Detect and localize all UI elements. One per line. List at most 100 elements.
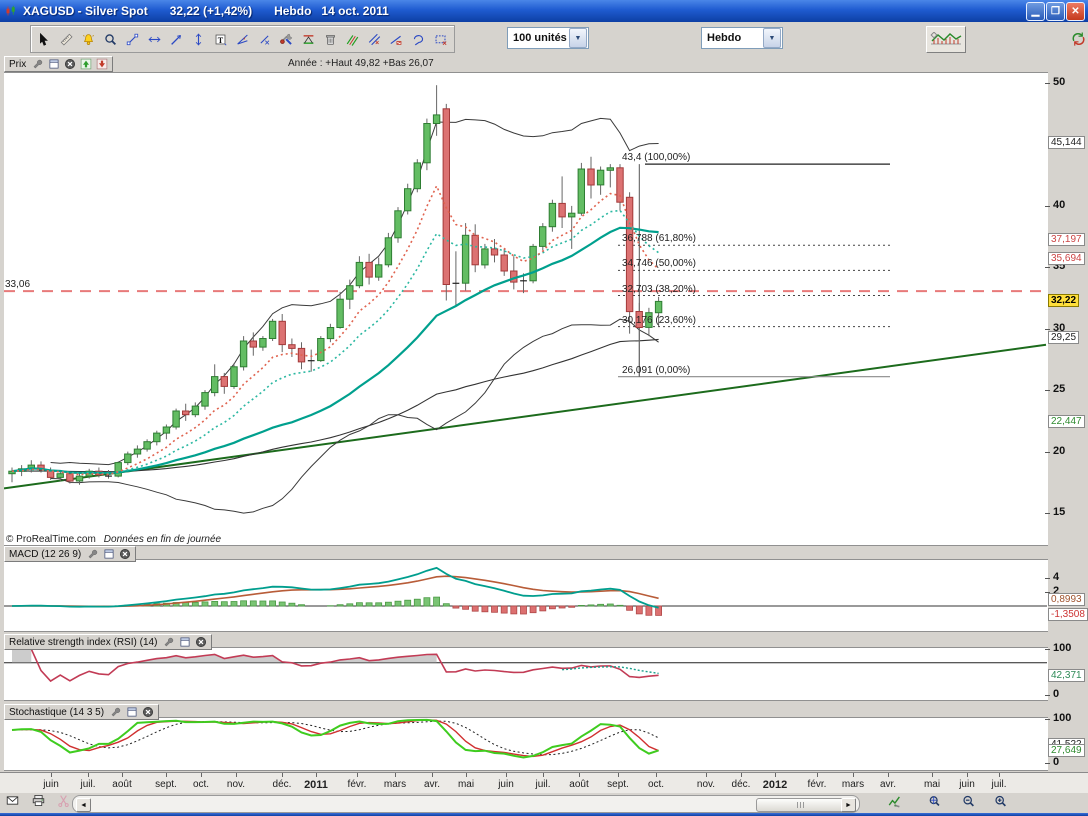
units-value: 100 unités xyxy=(508,32,568,44)
bottom-bar: ◄ ► xyxy=(0,793,1088,813)
macd-panel-header: MACD (12 26 9) xyxy=(4,546,136,562)
horizontal-scrollbar[interactable]: ◄ ► xyxy=(72,795,860,813)
envelope-button[interactable] xyxy=(6,794,26,812)
tool-trendline[interactable] xyxy=(166,28,187,50)
tool-fib-tool[interactable] xyxy=(298,28,319,50)
time-tick xyxy=(543,773,544,777)
stoch-chart-canvas[interactable] xyxy=(4,717,1048,771)
time-tick xyxy=(775,773,776,777)
axis-tick-mark xyxy=(1045,206,1050,207)
tool-bell[interactable] xyxy=(78,28,99,50)
timeframe-value: Hebdo xyxy=(702,32,762,44)
tool-rect-select[interactable] xyxy=(430,28,451,50)
price-chart-canvas[interactable] xyxy=(4,72,1048,546)
axis-tick-mark xyxy=(1045,763,1050,764)
tool-pitchfork[interactable] xyxy=(342,28,363,50)
tool-regression[interactable] xyxy=(386,28,407,50)
envelope-icon xyxy=(6,794,19,807)
scroll-left-button[interactable]: ◄ xyxy=(76,798,91,812)
time-axis-label: févr. xyxy=(348,779,367,790)
zoom-in-button[interactable] xyxy=(994,794,1014,812)
axis-label: 100 xyxy=(1053,712,1071,724)
vline-icon xyxy=(192,33,205,46)
wrench-chart-button[interactable] xyxy=(888,794,908,812)
timeframe-dropdown[interactable]: Hebdo ▼ xyxy=(701,27,783,49)
fib-level-label: 32,703 (38,20%) xyxy=(622,284,696,295)
tool-lasso[interactable] xyxy=(408,28,429,50)
zoom-out-button[interactable] xyxy=(962,794,982,812)
close-icon[interactable] xyxy=(194,636,207,649)
chevron-down-icon[interactable]: ▼ xyxy=(569,28,587,48)
axis-value-badge: 0,8993 xyxy=(1048,593,1085,606)
time-axis-label: mai xyxy=(924,779,940,790)
axis-label: 25 xyxy=(1053,383,1065,395)
ruler-icon xyxy=(60,33,73,46)
axis-value-badge: 45,144 xyxy=(1048,136,1085,149)
tool-angle-lines[interactable] xyxy=(232,28,253,50)
scissors-button[interactable] xyxy=(57,794,77,812)
fib-level-label: 43,4 (100,00%) xyxy=(622,152,690,163)
drawing-toolbar: T 100 unités ▼ Hebdo ▼ xyxy=(0,22,1088,56)
time-axis-label: août xyxy=(112,779,131,790)
wrench-icon[interactable] xyxy=(162,636,175,649)
angle-lines-icon xyxy=(236,33,249,46)
time-axis-label: août xyxy=(569,779,588,790)
rect-select-icon xyxy=(434,33,447,46)
minimize-button[interactable]: ▁ xyxy=(1026,2,1045,21)
refresh-button[interactable] xyxy=(1071,29,1087,51)
time-tick xyxy=(201,773,202,777)
chevron-down-icon[interactable]: ▼ xyxy=(763,28,781,48)
time-tick xyxy=(706,773,707,777)
close-icon[interactable] xyxy=(118,548,131,561)
axis-tick-mark xyxy=(1045,719,1050,720)
tool-tools-colored[interactable] xyxy=(276,28,297,50)
tool-magnifier[interactable] xyxy=(100,28,121,50)
units-dropdown[interactable]: 100 unités ▼ xyxy=(507,27,589,49)
close-button[interactable]: ✕ xyxy=(1066,2,1085,21)
axis-tick-mark xyxy=(1045,578,1050,579)
segment-icon xyxy=(126,33,139,46)
tool-segment[interactable] xyxy=(122,28,143,50)
arrow-down-icon[interactable] xyxy=(95,58,108,71)
time-axis-label: avr. xyxy=(880,779,896,790)
axis-tick-mark xyxy=(1045,513,1050,514)
tool-pointer[interactable] xyxy=(34,28,55,50)
lasso-icon xyxy=(412,33,425,46)
close-icon[interactable] xyxy=(63,58,76,71)
title-date: 14 oct. 2011 xyxy=(321,4,388,18)
tool-vline[interactable] xyxy=(188,28,209,50)
pointer-icon xyxy=(38,33,51,46)
tool-parallel-lines[interactable] xyxy=(364,28,385,50)
chart-style-button[interactable] xyxy=(926,26,966,53)
close-icon[interactable] xyxy=(141,706,154,719)
frame-icon[interactable] xyxy=(102,548,115,561)
time-tick xyxy=(888,773,889,777)
time-axis-label: avr. xyxy=(424,779,440,790)
scrollbar-thumb[interactable] xyxy=(756,798,846,812)
rsi-chart-canvas[interactable] xyxy=(4,647,1048,701)
tool-hline-extend[interactable] xyxy=(144,28,165,50)
title-bar[interactable]: XAGUSD - Silver Spot 32,22 (+1,42%) Hebd… xyxy=(0,0,1088,22)
printer-button[interactable] xyxy=(32,794,52,812)
tool-ruler[interactable] xyxy=(56,28,77,50)
wrench-icon[interactable] xyxy=(31,58,44,71)
axis-tick-mark xyxy=(1045,649,1050,650)
wrench-icon[interactable] xyxy=(86,548,99,561)
tool-trash[interactable] xyxy=(320,28,341,50)
wrench-icon[interactable] xyxy=(109,706,122,719)
frame-icon[interactable] xyxy=(47,58,60,71)
axis-label: 100 xyxy=(1053,642,1071,654)
arrow-up-icon[interactable] xyxy=(79,58,92,71)
stoch-panel-header: Stochastique (14 3 5) xyxy=(4,704,159,720)
refresh-icon xyxy=(1071,29,1086,49)
time-tick xyxy=(967,773,968,777)
frame-icon[interactable] xyxy=(178,636,191,649)
scroll-right-button[interactable]: ► xyxy=(841,798,856,812)
macd-chart-canvas[interactable] xyxy=(4,559,1048,632)
tool-cross-small[interactable] xyxy=(254,28,275,50)
time-axis-label: juil. xyxy=(991,779,1006,790)
frame-icon[interactable] xyxy=(125,706,138,719)
zoom-fit-button[interactable] xyxy=(928,794,948,812)
tool-text-tool[interactable]: T xyxy=(210,28,231,50)
restore-button[interactable]: ❐ xyxy=(1046,2,1065,21)
